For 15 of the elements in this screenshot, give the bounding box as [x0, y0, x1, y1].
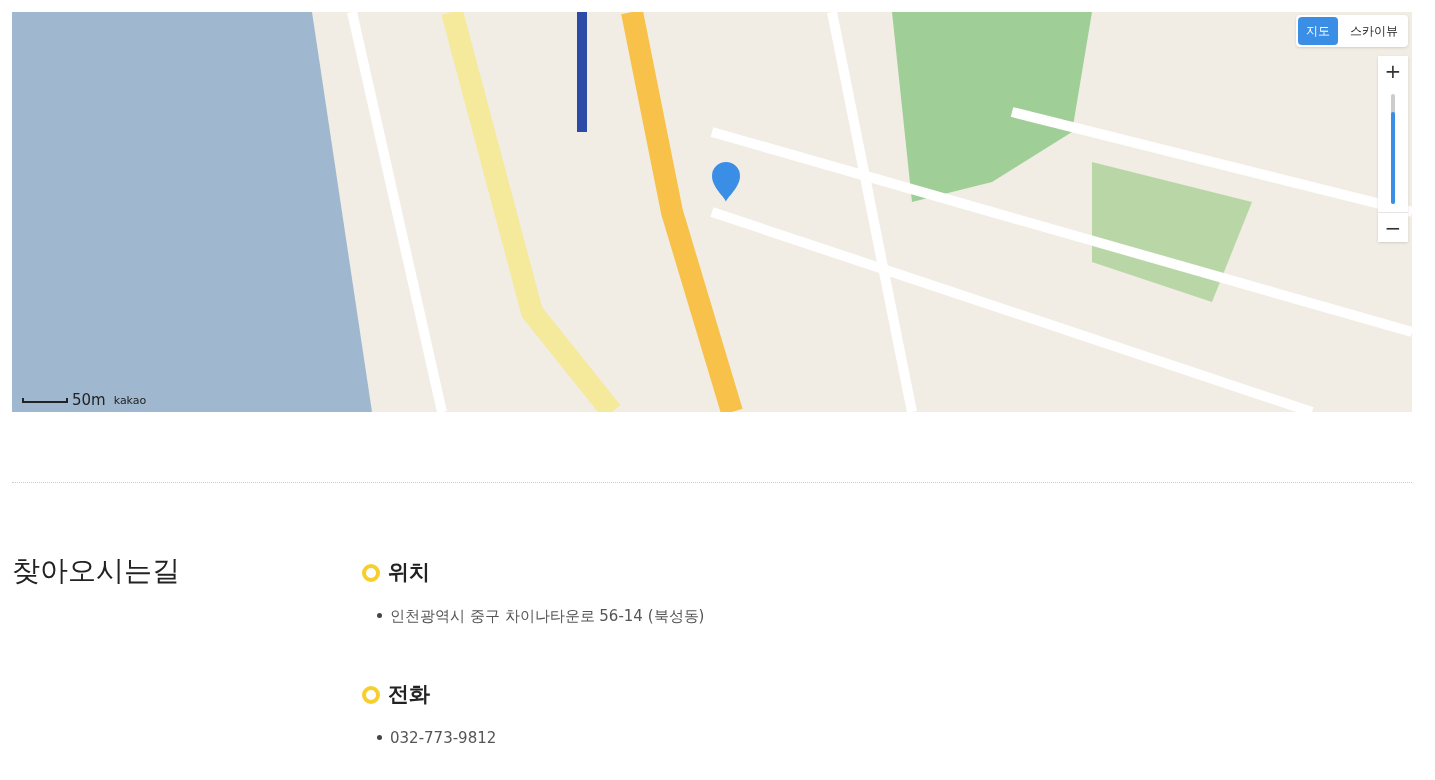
map-scale: 50m: [72, 393, 106, 408]
ring-icon: [362, 685, 380, 704]
bullet-icon: [377, 613, 382, 619]
section-heading: 위치: [388, 559, 430, 586]
scale-bar-icon: [22, 398, 68, 403]
zoom-slider[interactable]: [1391, 94, 1395, 204]
section-title: 찾아오시는길: [12, 557, 181, 585]
info-text: 인천광역시 중구 차이나타운로 56-14 (북성동): [390, 605, 705, 627]
section-heading: 전화: [388, 681, 430, 708]
bullet-icon: [377, 735, 382, 741]
info-text: 032-773-9812: [390, 727, 497, 749]
ring-icon: [362, 563, 380, 582]
map-attribution: kakao: [113, 395, 147, 406]
zoom-in-button[interactable]: +: [1378, 56, 1408, 86]
zoom-out-button[interactable]: −: [1378, 212, 1408, 242]
